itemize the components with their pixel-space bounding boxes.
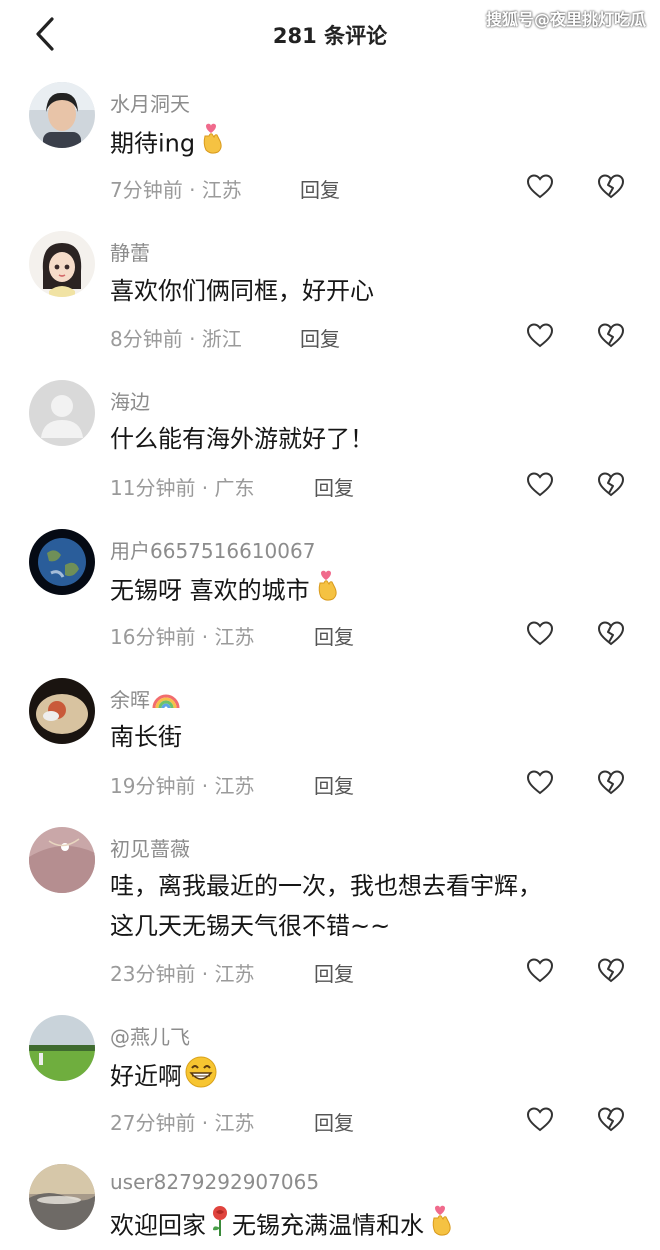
reply-button[interactable]: 回复: [314, 770, 354, 799]
comment-text: 喜欢你们俩同框，好开心: [110, 277, 374, 305]
rose-icon: [208, 1204, 232, 1249]
avatar[interactable]: [29, 1164, 95, 1230]
avatar[interactable]: [29, 380, 95, 446]
reply-button[interactable]: 回复: [314, 958, 354, 987]
comment-text-content: 欢迎回家: [110, 1211, 206, 1240]
comment-username[interactable]: 水月洞天: [110, 88, 190, 117]
broken-heart-icon[interactable]: [597, 173, 625, 199]
avatar[interactable]: [29, 82, 95, 148]
rainbow-icon: [152, 688, 180, 715]
comment-time-location: 27分钟前 · 江苏: [110, 1111, 255, 1135]
comment-text-line2: 这几天无锡天气很不错~~: [110, 912, 391, 940]
broken-heart-icon[interactable]: [597, 322, 625, 348]
reply-button[interactable]: 回复: [314, 472, 354, 501]
finger-heart-icon: [426, 1204, 456, 1249]
comment-username[interactable]: 海边: [110, 386, 150, 415]
comment-time-location: 7分钟前 · 江苏: [110, 178, 242, 202]
comment-time-location: 8分钟前 · 浙江: [110, 327, 242, 351]
heart-outline-icon[interactable]: [526, 173, 554, 199]
comment-time-location: 19分钟前 · 江苏: [110, 774, 255, 798]
comment-username-text: 余晖: [110, 688, 150, 712]
heart-outline-icon[interactable]: [526, 769, 554, 795]
watermark: 搜狐号@夜里挑灯吃瓜: [485, 10, 646, 29]
heart-outline-icon[interactable]: [526, 957, 554, 983]
comment-username[interactable]: @燕儿飞: [110, 1021, 190, 1050]
avatar[interactable]: [29, 678, 95, 744]
comment-text: 南长街: [110, 723, 182, 751]
avatar[interactable]: [29, 1015, 95, 1081]
comment-username[interactable]: 余晖: [110, 684, 180, 715]
avatar[interactable]: [29, 529, 95, 595]
reply-button[interactable]: 回复: [300, 174, 340, 203]
comment-time-location: 16分钟前 · 江苏: [110, 625, 255, 649]
avatar[interactable]: [29, 827, 95, 893]
broken-heart-icon[interactable]: [597, 1106, 625, 1132]
comment-username[interactable]: 静蕾: [110, 237, 150, 266]
heart-outline-icon[interactable]: [526, 471, 554, 497]
broken-heart-icon[interactable]: [597, 471, 625, 497]
comment-text-content: 期待ing: [110, 129, 196, 158]
comment-text: 什么能有海外游就好了！: [110, 425, 374, 453]
comment-text: 欢迎回家 无锡充满温情和水: [110, 1204, 456, 1249]
comment-time-location: 11分钟前 · 广东: [110, 476, 255, 500]
comment-text: 无锡呀 喜欢的城市: [110, 569, 342, 614]
comments-header: 281 条评论 搜狐号@夜里挑灯吃瓜: [0, 0, 660, 70]
reply-button[interactable]: 回复: [314, 1107, 354, 1136]
comment-text: 好近啊: [110, 1055, 218, 1100]
heart-outline-icon[interactable]: [526, 620, 554, 646]
comment-time-location: 23分钟前 · 江苏: [110, 962, 255, 986]
broken-heart-icon[interactable]: [597, 769, 625, 795]
broken-heart-icon[interactable]: [597, 957, 625, 983]
heart-outline-icon[interactable]: [526, 322, 554, 348]
comment-text-content: 无锡呀 喜欢的城市: [110, 576, 310, 605]
comment-text: 哇，离我最近的一次，我也想去看宇辉，: [110, 872, 542, 900]
comment-text-content: 好近啊: [110, 1062, 182, 1091]
finger-heart-icon: [197, 122, 227, 167]
reply-button[interactable]: 回复: [314, 621, 354, 650]
heart-outline-icon[interactable]: [526, 1106, 554, 1132]
reply-button[interactable]: 回复: [300, 323, 340, 352]
broken-heart-icon[interactable]: [597, 620, 625, 646]
comment-username[interactable]: 初见蔷薇: [110, 833, 190, 862]
grin-icon: [184, 1055, 218, 1100]
comment-username[interactable]: 用户6657516610067: [110, 535, 315, 564]
avatar[interactable]: [29, 231, 95, 297]
comment-text-content-b: 无锡充满温情和水: [232, 1211, 424, 1240]
comment-username[interactable]: user8279292907065: [110, 1170, 319, 1194]
comment-text: 期待ing: [110, 122, 227, 167]
finger-heart-icon: [312, 569, 342, 614]
